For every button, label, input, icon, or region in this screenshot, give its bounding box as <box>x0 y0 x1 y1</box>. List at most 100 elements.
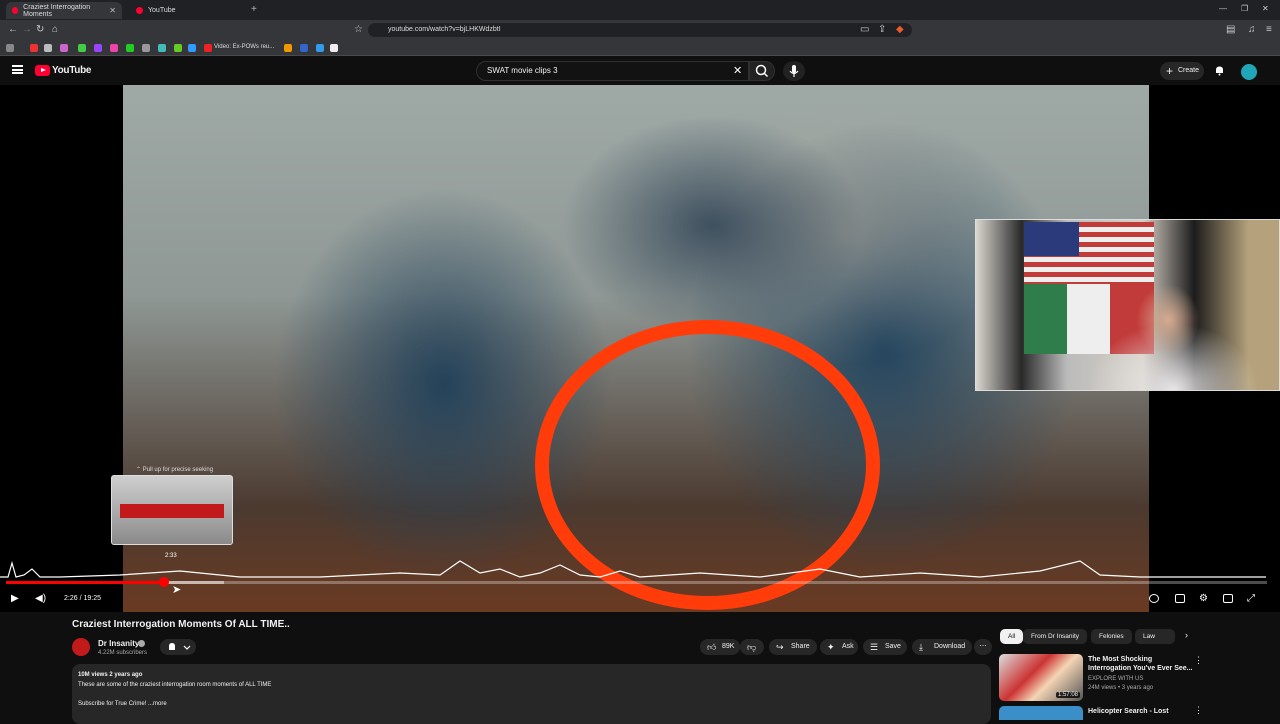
chip-law-enforcement[interactable]: Law enfor <box>1135 629 1175 644</box>
subscribed-notifications-button[interactable] <box>160 639 196 655</box>
home-icon[interactable]: ⌂ <box>52 24 58 35</box>
hamburger-menu-icon[interactable] <box>12 65 23 74</box>
more-actions-button[interactable]: ⋯ <box>974 639 992 655</box>
youtube-header: YouTube SWAT movie clips 3 ✕ + Create <box>0 57 1280 85</box>
bookmark-icon[interactable] <box>94 44 102 52</box>
download-icon: ⤓ <box>919 642 923 652</box>
subscriber-count: 4.22M subscribers <box>98 650 148 656</box>
save-button[interactable]: ☰ Save <box>863 639 907 655</box>
apps-icon[interactable] <box>6 44 14 52</box>
bell-chevron-icon <box>169 643 191 650</box>
create-label: Create <box>1178 67 1200 74</box>
autoplay-toggle-icon[interactable] <box>1149 594 1159 603</box>
bookmark-icon[interactable] <box>300 44 308 52</box>
thumbs-up-icon: 👍︎ <box>707 642 717 652</box>
recommendation-channel[interactable]: EXPLORE WITH US <box>1088 676 1143 682</box>
settings-gear-icon[interactable]: ⚙ <box>1199 593 1208 604</box>
new-tab-button[interactable]: + <box>251 4 257 15</box>
share-button[interactable]: ↪ Share <box>769 639 817 655</box>
channel-avatar[interactable] <box>72 638 90 656</box>
youtube-logo-icon[interactable] <box>35 65 50 76</box>
sidebar-panel-icon[interactable]: ▤ <box>1226 24 1235 35</box>
search-button[interactable] <box>749 61 775 81</box>
description-line: These are some of the craziest interroga… <box>78 682 272 688</box>
notifications-bell-icon[interactable] <box>1214 65 1225 76</box>
forward-icon[interactable]: → <box>22 24 32 35</box>
bookmark-label[interactable]: Video: Ex-POWs reu... <box>214 44 274 50</box>
share-page-icon[interactable]: ⇪ <box>878 24 886 35</box>
account-avatar[interactable] <box>1241 64 1257 80</box>
bookmark-icon[interactable] <box>110 44 118 52</box>
dislike-button[interactable]: 👎︎ <box>740 639 764 655</box>
menu-icon[interactable]: ≡ <box>1266 24 1272 35</box>
bookmark-icon[interactable] <box>78 44 86 52</box>
seek-preview-thumbnail <box>111 475 233 545</box>
minimize-icon[interactable]: — <box>1219 4 1227 13</box>
bookmark-icon[interactable] <box>126 44 134 52</box>
media-icon[interactable]: ♫ <box>1248 24 1256 35</box>
bookmark-icon[interactable] <box>316 44 324 52</box>
more-horizontal-icon: ⋯ <box>979 643 987 650</box>
chip-all[interactable]: All <box>1000 629 1024 644</box>
more-vertical-icon[interactable]: ⋮ <box>1194 655 1203 666</box>
close-window-icon[interactable]: ✕ <box>1262 4 1269 13</box>
time-display: 2:26 / 19:25 <box>64 595 101 602</box>
browser-tab[interactable]: YouTube <box>130 2 246 19</box>
volume-icon[interactable]: ◀) <box>35 593 46 604</box>
description-box[interactable]: 10M views 2 years ago These are some of … <box>72 664 991 724</box>
progress-bar[interactable] <box>6 577 1267 587</box>
youtube-brand[interactable]: YouTube <box>52 65 92 76</box>
play-icon[interactable]: ▶ <box>11 593 19 604</box>
sparkle-icon: ✦ <box>827 642 835 652</box>
seek-hint-text: Pull up for precise seeking <box>142 467 214 473</box>
restore-icon[interactable]: ❐ <box>1241 4 1248 13</box>
channel-name[interactable]: Dr Insanity <box>98 639 139 648</box>
recommendation-title[interactable]: Helicopter Search - Lost <box>1088 707 1193 716</box>
create-button[interactable]: + Create <box>1160 62 1204 80</box>
browser-tab-active[interactable]: Craziest Interrogation Moments ✕ <box>6 2 122 19</box>
back-icon[interactable]: ← <box>8 24 18 35</box>
search-input[interactable]: SWAT movie clips 3 <box>476 61 749 81</box>
description-line[interactable]: Subscribe for True Crime! ...more <box>78 701 985 707</box>
chevron-right-icon[interactable]: › <box>1185 630 1188 640</box>
streamer-webcam-overlay <box>975 219 1280 391</box>
bookmark-star-icon[interactable]: ☆ <box>354 24 363 35</box>
bookmark-icon[interactable] <box>158 44 166 52</box>
download-button[interactable]: ⤓ Download <box>912 639 972 655</box>
bookmark-icon[interactable] <box>30 44 38 52</box>
recommendation-title[interactable]: The Most Shocking Interrogation You've E… <box>1088 655 1193 673</box>
bookmark-icon[interactable] <box>204 44 212 52</box>
recommendation-thumbnail[interactable]: 1:57:08 <box>999 654 1083 701</box>
extension-icon[interactable]: ▭ <box>860 24 869 35</box>
address-bar[interactable]: youtube.com/watch?v=bjLHKWdzbtI <box>368 23 912 37</box>
like-button[interactable]: 👍︎ 89K <box>700 639 740 655</box>
bookmark-icon[interactable] <box>174 44 182 52</box>
bookmark-icon[interactable] <box>60 44 68 52</box>
fullscreen-icon[interactable]: ⤢ <box>1247 593 1255 604</box>
thumbs-down-icon: 👎︎ <box>747 642 757 652</box>
clear-search-icon[interactable]: ✕ <box>733 64 742 77</box>
ask-button[interactable]: ✦ Ask <box>820 639 858 655</box>
brave-shield-icon[interactable]: ◆ <box>896 24 904 35</box>
chip-from-channel[interactable]: From Dr Insanity <box>1023 629 1088 644</box>
scrubber-handle[interactable] <box>158 577 169 587</box>
bookmark-icon[interactable] <box>142 44 150 52</box>
reload-icon[interactable]: ↻ <box>36 24 44 35</box>
ask-label: Ask <box>842 643 854 650</box>
chip-felonies[interactable]: Felonies <box>1091 629 1132 644</box>
tab-title: Craziest Interrogation Moments <box>23 3 91 18</box>
captions-icon[interactable] <box>1175 594 1185 603</box>
video-player[interactable]: ⌃ Pull up for precise seeking 2:33 ▶ ◀) … <box>0 85 1280 612</box>
more-vertical-icon[interactable]: ⋮ <box>1194 705 1203 716</box>
bookmark-icon[interactable] <box>284 44 292 52</box>
theater-mode-icon[interactable] <box>1223 594 1233 603</box>
bookmark-icon[interactable] <box>188 44 196 52</box>
recommendation-thumbnail[interactable] <box>999 706 1083 720</box>
close-tab-icon[interactable]: ✕ <box>109 6 116 15</box>
bookmark-icon[interactable] <box>330 44 338 52</box>
bookmark-icon[interactable] <box>44 44 52 52</box>
verified-icon <box>138 640 145 647</box>
played-bar <box>6 581 164 584</box>
voice-search-button[interactable] <box>783 61 805 81</box>
share-label: Share <box>791 643 810 650</box>
